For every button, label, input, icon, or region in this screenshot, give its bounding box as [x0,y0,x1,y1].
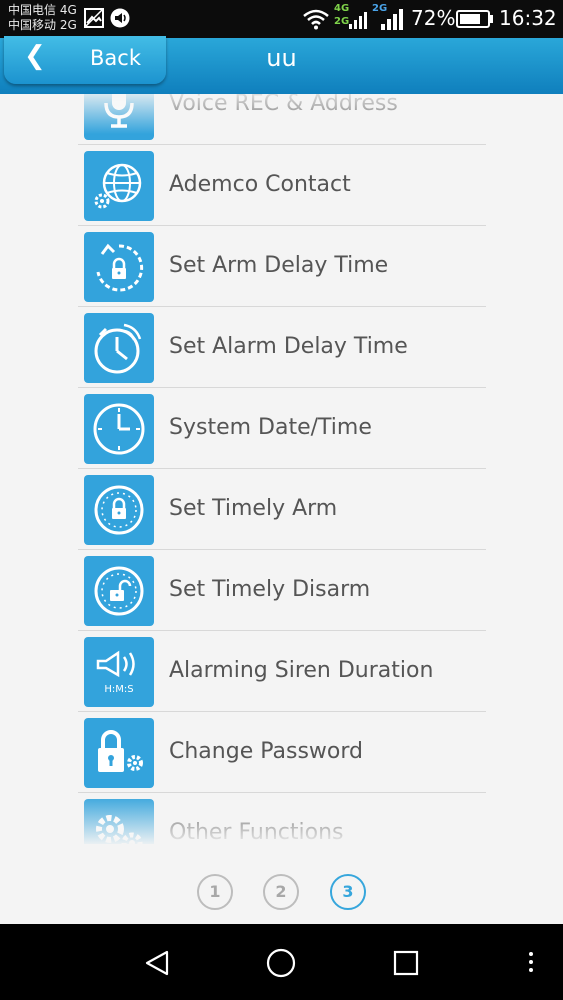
nav-home-icon[interactable] [266,948,296,982]
carrier-2: 中国移动 2G [8,18,77,32]
nav-menu-icon[interactable] [527,951,535,977]
menu-item-label: Set Arm Delay Time [169,253,389,278]
battery-icon [456,10,494,32]
menu-item-other-functions[interactable]: Other Functions [78,793,486,844]
menu-item-label: Set Alarm Delay Time [169,334,408,359]
signal-icon-2 [380,9,404,35]
menu-item-label: Set Timely Disarm [169,577,371,602]
menu-item-label: Voice REC & Address [169,94,398,116]
menu-item-set-arm-delay[interactable]: Set Arm Delay Time [78,226,486,307]
nav-recents-icon[interactable] [393,950,419,980]
menu-item-label: Alarming Siren Duration [169,658,434,683]
clock-time: 16:32 [499,6,557,30]
settings-list: Voice REC & Address Ademco Contact Set A… [0,94,563,844]
gears-icon [84,799,154,844]
network-type-2g: 2G [334,16,350,27]
system-nav-bar [0,924,563,1000]
menu-item-set-timely-arm[interactable]: Set Timely Arm [78,469,486,550]
volume-icon [110,8,130,32]
carrier-1: 中国电信 4G [8,3,77,17]
page-indicator-1[interactable]: 1 [197,874,233,910]
page-title: uu [266,44,297,72]
menu-item-label: Change Password [169,739,363,764]
nav-back-icon[interactable] [143,949,171,981]
lock-gear-icon [84,718,154,788]
signal-icon [348,10,368,34]
menu-item-alarming-siren-duration[interactable]: H:M:S Alarming Siren Duration [78,631,486,712]
page-indicator-2[interactable]: 2 [263,874,299,910]
menu-item-set-alarm-delay[interactable]: Set Alarm Delay Time [78,307,486,388]
menu-item-label: Ademco Contact [169,172,351,197]
menu-item-change-password[interactable]: Change Password [78,712,486,793]
clock-icon [84,394,154,464]
alarm-delay-clock-icon [84,313,154,383]
siren-hms-icon: H:M:S [84,637,154,707]
page-indicator-3[interactable]: 3 [330,874,366,910]
globe-gear-icon [84,151,154,221]
carrier-info: 中国电信 4G 中国移动 2G [8,3,77,33]
menu-item-label: Set Timely Arm [169,496,338,521]
menu-item-ademco-contact[interactable]: Ademco Contact [78,145,486,226]
image-icon [84,8,104,32]
network-type-4g: 4G [334,3,350,14]
status-bar: 中国电信 4G 中国移动 2G 4G 2G 2G 72% 16:32 [0,0,563,38]
menu-item-label: System Date/Time [169,415,372,440]
wifi-icon [302,8,330,34]
microphone-icon [84,94,154,140]
timed-lock-icon [84,475,154,545]
battery-percent: 72% [411,6,456,30]
app-header: ❮ Back uu [0,36,563,94]
menu-item-set-timely-disarm[interactable]: Set Timely Disarm [78,550,486,631]
menu-item-voice-rec[interactable]: Voice REC & Address [78,94,486,145]
siren-icon-text: H:M:S [104,684,133,695]
timed-unlock-icon [84,556,154,626]
menu-item-system-date-time[interactable]: System Date/Time [78,388,486,469]
arm-delay-timer-icon [84,232,154,302]
menu-item-label: Other Functions [169,820,344,844]
